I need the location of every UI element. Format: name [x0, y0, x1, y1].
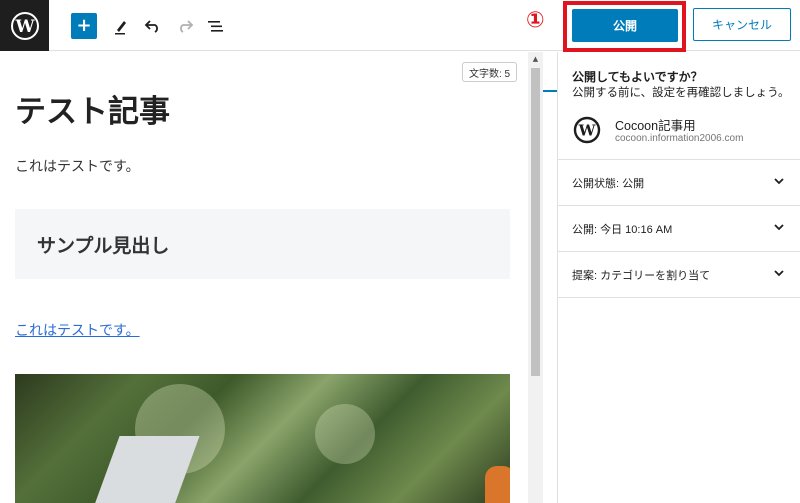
- site-icon: W: [573, 116, 601, 144]
- redo-icon: [180, 20, 194, 33]
- site-url: cocoon.information2006.com: [615, 133, 744, 144]
- redo-button[interactable]: [172, 13, 198, 39]
- site-name: Cocoon記事用: [615, 119, 696, 133]
- photo-laptop: [90, 436, 200, 503]
- publish-button[interactable]: 公開: [572, 9, 678, 42]
- panel-category-suggestion[interactable]: 提案: カテゴリーを割り当て: [558, 251, 800, 297]
- panel-divider: [558, 297, 800, 298]
- link-paragraph-block[interactable]: これはテストです。: [15, 320, 140, 340]
- svg-text:W: W: [14, 17, 35, 37]
- panel-label: 提案: カテゴリーを割り当て: [572, 269, 711, 282]
- editor-toolbar: W + ① 公開 キャンセル: [0, 0, 800, 52]
- chevron-down-icon: [774, 270, 784, 277]
- chevron-down-icon: [774, 224, 784, 231]
- panel-publish-date[interactable]: 公開: 今日 10:16 AM: [558, 205, 800, 251]
- wordpress-icon: W: [10, 11, 39, 40]
- prepublish-title: 公開してもよいですか？: [572, 70, 703, 84]
- pencil-icon: [115, 21, 126, 35]
- chevron-down-icon: [774, 178, 784, 185]
- list-view-icon: [208, 21, 223, 32]
- scroll-up-arrow-icon[interactable]: ▲: [528, 52, 543, 66]
- scroll-thumb[interactable]: [531, 68, 540, 376]
- panel-label: 公開: 今日 10:16 AM: [572, 223, 673, 236]
- editor-canvas: 文字数: 5 テスト記事 これはテストです。 サンプル見出し これはテストです。: [0, 52, 543, 503]
- cancel-button[interactable]: キャンセル: [693, 8, 791, 41]
- list-view-button[interactable]: [203, 13, 229, 39]
- editor-scrollbar[interactable]: ▲: [528, 52, 543, 503]
- photo-object: [485, 466, 510, 503]
- paragraph-block[interactable]: これはテストです。: [15, 156, 140, 176]
- prepublish-subtitle: 公開する前に、設定を再確認しましょう。: [572, 87, 790, 99]
- wordpress-logo-button[interactable]: W: [0, 0, 49, 51]
- prepublish-panel: 公開してもよいですか？ 公開する前に、設定を再確認しましょう。 W Cocoon…: [557, 52, 800, 503]
- tools-button[interactable]: [108, 13, 134, 39]
- word-count-badge: 文字数: 5: [462, 62, 518, 82]
- photo-bokeh: [315, 404, 375, 464]
- panel-label: 公開状態: 公開: [572, 177, 645, 190]
- step-marker: ①: [526, 8, 545, 33]
- heading-text: サンプル見出し: [37, 235, 170, 257]
- panel-visibility[interactable]: 公開状態: 公開: [558, 159, 800, 205]
- image-block[interactable]: [15, 374, 510, 503]
- svg-text:W: W: [578, 122, 597, 140]
- post-title[interactable]: テスト記事: [15, 86, 170, 131]
- active-indicator: [543, 90, 557, 92]
- undo-button[interactable]: [140, 13, 166, 39]
- add-block-button[interactable]: +: [71, 13, 97, 39]
- heading-block[interactable]: サンプル見出し: [15, 209, 510, 279]
- plus-icon: +: [76, 15, 92, 36]
- undo-icon: [144, 20, 158, 33]
